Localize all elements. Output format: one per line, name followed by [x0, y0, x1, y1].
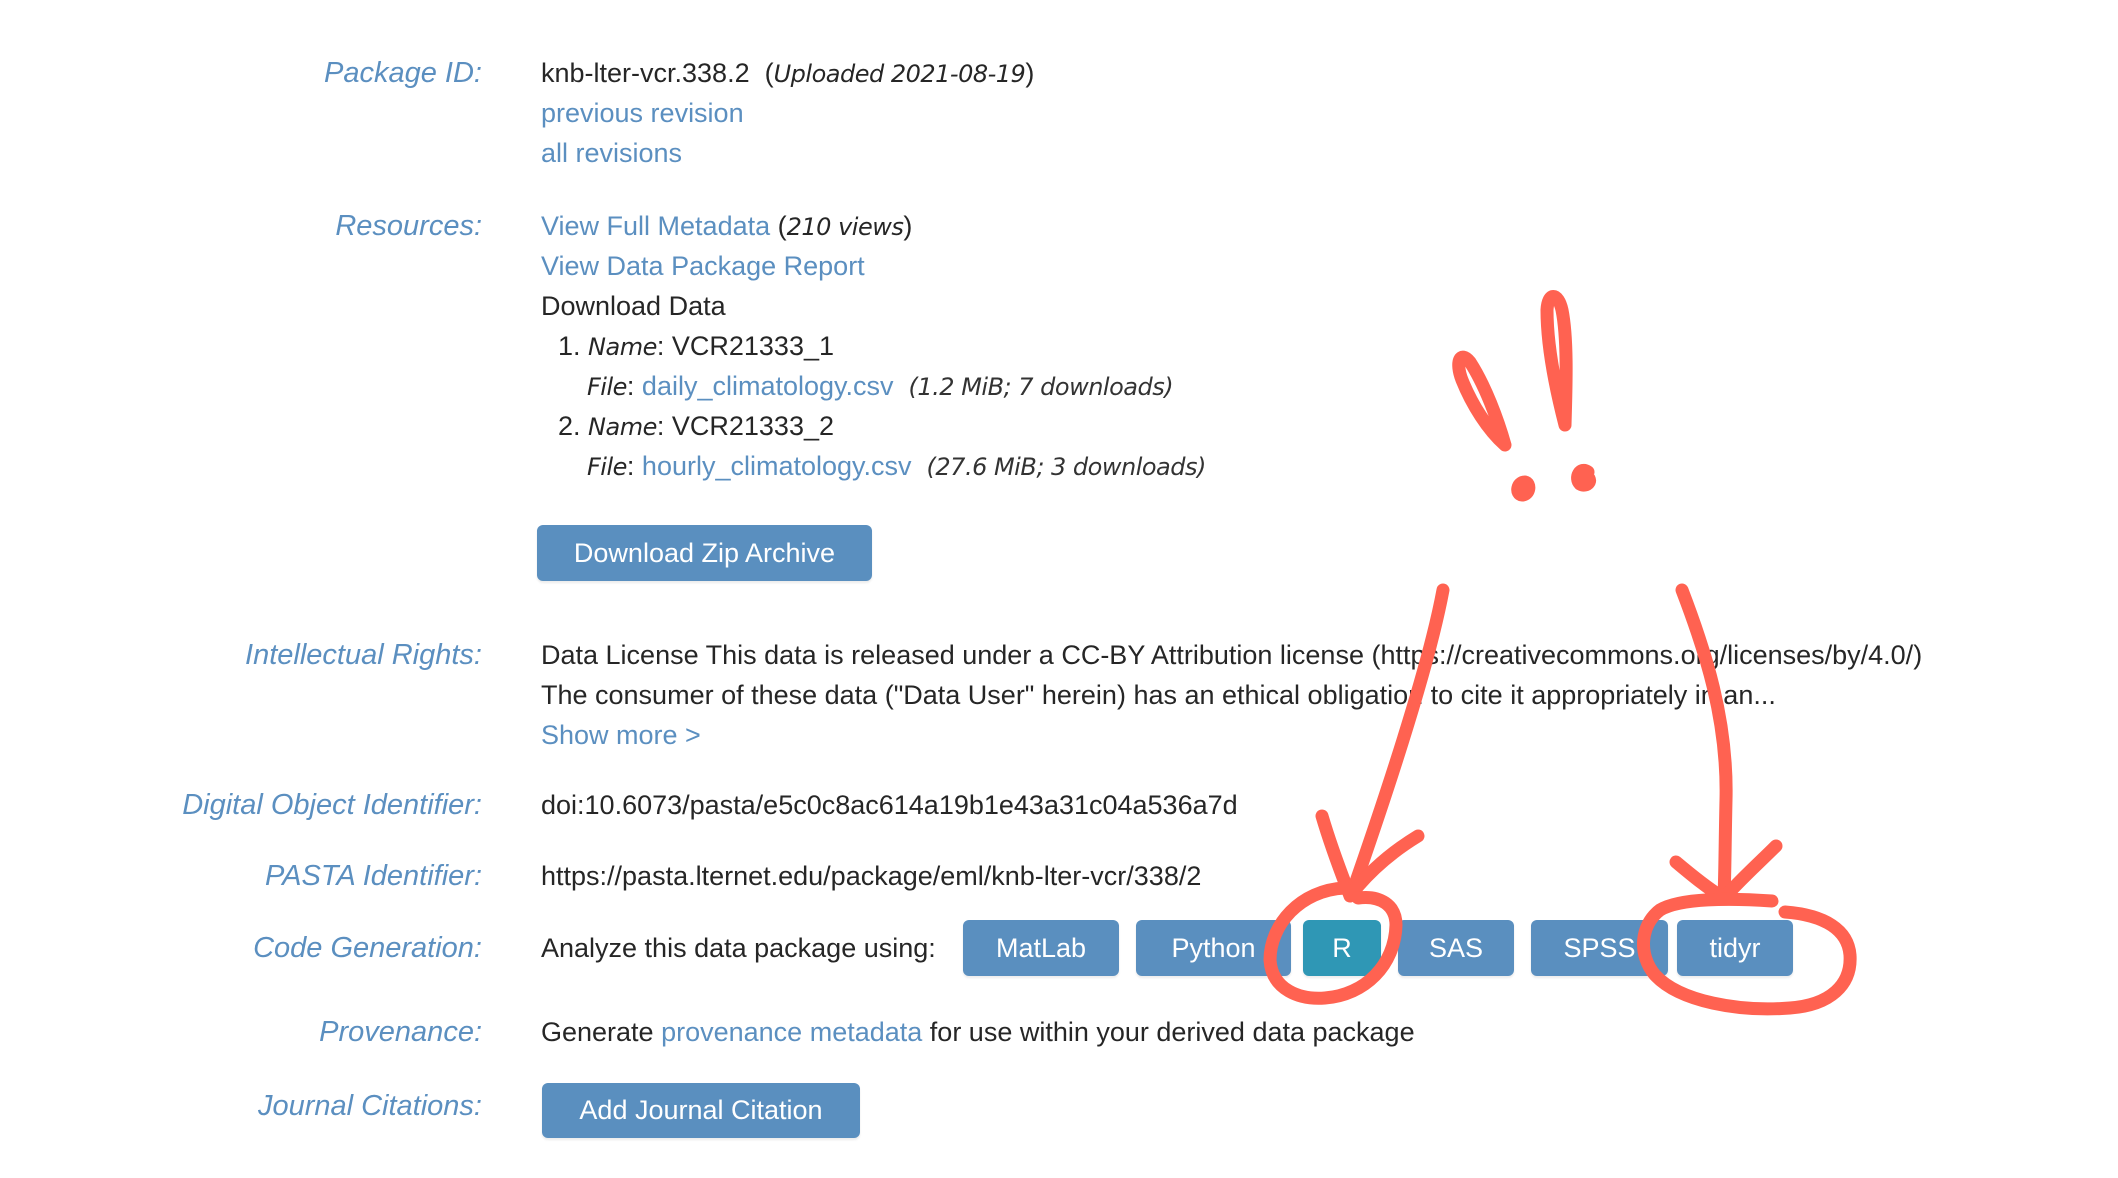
all-revisions-link[interactable]: all revisions: [541, 138, 682, 168]
uploaded-date: Uploaded 2021-08-19: [773, 60, 1026, 88]
doi-value: doi:10.6073/pasta/e5c0c8ac614a19b1e43a31…: [541, 790, 1238, 820]
arrow-head-right: [1669, 839, 1783, 905]
codegen-matlab-button[interactable]: MatLab: [963, 920, 1119, 976]
package-id-label: Package ID:: [324, 57, 482, 89]
codegen-r-button[interactable]: R: [1303, 920, 1381, 976]
paren-open: (: [777, 211, 787, 241]
view-full-metadata-link[interactable]: View Full Metadata: [541, 211, 770, 241]
file-list-item-2-file: File: hourly_climatology.csv (27.6 MiB; …: [587, 451, 1207, 481]
codegen-tidyr-button[interactable]: tidyr: [1677, 920, 1793, 976]
exclamation-marks-annotation: [1452, 290, 1596, 502]
codegen-sas-button[interactable]: SAS: [1398, 920, 1514, 976]
previous-revision-link[interactable]: previous revision: [541, 98, 744, 128]
codegen-spss-button[interactable]: SPSS: [1531, 920, 1668, 976]
provenance-label: Provenance:: [319, 1016, 482, 1048]
name-label: Name: [588, 413, 657, 441]
rights-text-line-2: The consumer of these data ("Data User" …: [541, 680, 1776, 710]
file-list-item-2-name: 2. Name: VCR21333_2: [558, 411, 834, 441]
journal-citations-label: Journal Citations:: [257, 1090, 482, 1122]
provenance-value: Generate provenance metadata for use wit…: [541, 1012, 1415, 1052]
exclamation-stroke-right: [1540, 290, 1573, 432]
package-id: knb-lter-vcr.338.2: [541, 58, 750, 88]
views-count: 210 views: [786, 213, 904, 241]
entity-name: VCR21333_2: [671, 411, 834, 441]
provenance-prefix: Generate: [541, 1017, 654, 1047]
download-data-heading: Download Data: [541, 291, 726, 321]
package-id-value: knb-lter-vcr.338.2 (Uploaded 2021-08-19)…: [541, 53, 1034, 173]
paren-open: (: [764, 58, 774, 88]
paren-close: ): [1025, 58, 1035, 88]
paren-close: ): [903, 211, 913, 241]
resources-value: View Full Metadata (210 views) View Data…: [541, 206, 1206, 486]
rights-text-line-1: Data License This data is released under…: [541, 640, 1923, 670]
show-more-link[interactable]: Show more >: [541, 720, 701, 750]
file-list-item-1-file: File: daily_climatology.csv (1.2 MiB; 7 …: [587, 371, 1174, 401]
file-label: File: [587, 373, 627, 401]
exclamation-dot-right: [1571, 464, 1596, 492]
file-label: File: [587, 453, 627, 481]
provenance-metadata-link[interactable]: provenance metadata: [661, 1017, 922, 1047]
annotation-overlay: [1263, 290, 1857, 1016]
name-label: Name: [588, 333, 657, 361]
exclamation-stroke-left: [1452, 350, 1512, 452]
resources-label: Resources:: [335, 210, 482, 242]
file-list-item-1-name: 1. Name: VCR21333_1: [558, 331, 834, 361]
code-generation-label: Code Generation:: [253, 932, 482, 964]
intellectual-rights-label: Intellectual Rights:: [245, 639, 482, 671]
pasta-label: PASTA Identifier:: [264, 860, 482, 892]
codegen-python-button[interactable]: Python: [1136, 920, 1291, 976]
code-generation-prompt: Analyze this data package using:: [541, 933, 936, 963]
list-number: 2.: [558, 411, 581, 441]
provenance-suffix: for use within your derived data package: [929, 1017, 1415, 1047]
exclamation-dot-left: [1511, 475, 1536, 502]
download-zip-archive-button[interactable]: Download Zip Archive: [537, 525, 872, 581]
file-info: (27.6 MiB; 3 downloads): [926, 453, 1207, 481]
list-number: 1.: [558, 331, 581, 361]
add-journal-citation-button[interactable]: Add Journal Citation: [542, 1083, 860, 1138]
intellectual-rights-value: Data License This data is released under…: [541, 635, 1922, 755]
view-data-package-report-link[interactable]: View Data Package Report: [541, 251, 865, 281]
entity-name: VCR21333_1: [671, 331, 834, 361]
file-link-hourly-climatology[interactable]: hourly_climatology.csv: [642, 451, 912, 481]
pasta-value: https://pasta.lternet.edu/package/eml/kn…: [541, 861, 1202, 891]
doi-label: Digital Object Identifier:: [182, 789, 482, 821]
file-info: (1.2 MiB; 7 downloads): [908, 373, 1174, 401]
file-link-daily-climatology[interactable]: daily_climatology.csv: [642, 371, 894, 401]
arrow-head-left: [1315, 809, 1425, 903]
